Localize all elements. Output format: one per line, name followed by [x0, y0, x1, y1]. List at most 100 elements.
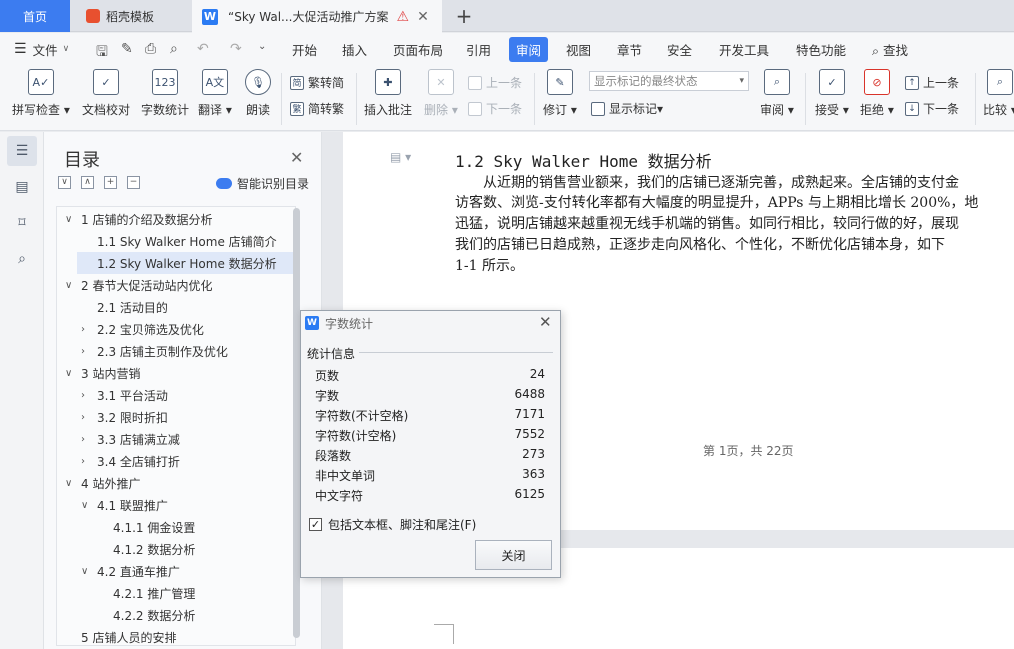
- chevron-down-icon[interactable]: ∨: [81, 500, 93, 511]
- menu-start[interactable]: 开始: [292, 40, 317, 59]
- accept-button[interactable]: ✓ 接受 ▾: [815, 69, 849, 118]
- prev-comment-button[interactable]: 上一条: [468, 74, 522, 91]
- print-icon[interactable]: ⎙: [145, 41, 156, 57]
- read-aloud-button[interactable]: 🎙 朗读: [245, 69, 271, 118]
- menu-reference[interactable]: 引用: [466, 40, 491, 59]
- menu-security[interactable]: 安全: [667, 40, 692, 59]
- hamburger-icon: ☰: [14, 41, 27, 57]
- simp-to-trad-button[interactable]: 繁简转繁: [290, 100, 344, 117]
- menu-review[interactable]: 审阅: [509, 36, 549, 62]
- toc-item[interactable]: › 3.4 全店铺打折: [57, 450, 293, 472]
- toc-item[interactable]: › 2.3 店铺主页制作及优化: [57, 340, 293, 362]
- menu-dev-tools[interactable]: 开发工具: [719, 40, 769, 59]
- toc-item[interactable]: › 3.3 店铺满立减: [57, 428, 293, 450]
- tab-document[interactable]: W “Sky Wal...大促活动推广方案 ⚠ ✕: [192, 0, 442, 33]
- remove-heading-icon[interactable]: −: [127, 176, 140, 189]
- tab-home-label: 首页: [22, 9, 47, 24]
- toc-item[interactable]: ∨ 4 站外推广: [57, 472, 293, 494]
- insert-comment-button[interactable]: ✚ 插入批注: [364, 69, 412, 118]
- simp-to-trad-icon: 繁: [290, 101, 304, 116]
- menu-insert[interactable]: 插入: [342, 40, 367, 59]
- file-menu[interactable]: ☰ 文件 ∨: [14, 40, 69, 59]
- new-tab-button[interactable]: +: [454, 0, 474, 32]
- paragraph-handle-icon[interactable]: ▤ ▾: [390, 150, 411, 164]
- menu-chapter[interactable]: 章节: [617, 40, 642, 59]
- toc-item[interactable]: › 2.2 宝贝筛选及优化: [57, 318, 293, 340]
- review-pane-button[interactable]: ⌕ 审阅 ▾: [760, 69, 794, 118]
- toc-item[interactable]: ∨ 3 站内营销: [57, 362, 293, 384]
- toc-item[interactable]: ∨ 4.1 联盟推广: [57, 494, 293, 516]
- compare-button[interactable]: ⌕ 比较 ▾: [983, 69, 1014, 118]
- close-button[interactable]: 关闭: [475, 540, 552, 570]
- show-markup-button[interactable]: 显示标记 ▾: [591, 100, 663, 117]
- next-change-button[interactable]: ↓ 下一条: [905, 100, 959, 117]
- toc-item[interactable]: 4.1.1 佣金设置: [57, 516, 293, 538]
- toc-item[interactable]: › 3.1 平台活动: [57, 384, 293, 406]
- chevron-down-icon[interactable]: ∨: [81, 566, 93, 577]
- dialog-close-icon[interactable]: ✕: [539, 313, 552, 331]
- close-tab-icon[interactable]: ✕: [417, 9, 429, 25]
- add-heading-icon[interactable]: +: [104, 176, 117, 189]
- chevron-right-icon[interactable]: ›: [81, 324, 93, 335]
- chevron-right-icon[interactable]: ›: [81, 390, 93, 401]
- tab-template[interactable]: 稻壳模板: [72, 0, 190, 32]
- track-changes-button[interactable]: ✎ 修订 ▾: [543, 69, 577, 118]
- redo-icon[interactable]: ↷: [230, 41, 242, 57]
- word-count-button[interactable]: 123 字数统计: [141, 69, 189, 118]
- chevron-right-icon[interactable]: ›: [81, 456, 93, 467]
- chevron-down-icon[interactable]: ∨: [65, 478, 77, 489]
- toc-item[interactable]: 4.1.2 数据分析: [57, 538, 293, 560]
- bookmark-icon[interactable]: ⌑: [7, 208, 37, 238]
- tab-home[interactable]: 首页: [0, 0, 70, 32]
- next-comment-button[interactable]: 下一条: [468, 100, 522, 117]
- customize-toolbar-icon[interactable]: ⌄: [258, 41, 266, 52]
- smart-toc-button[interactable]: 智能识别目录: [216, 175, 309, 192]
- menu-view[interactable]: 视图: [566, 40, 591, 59]
- toc-item[interactable]: 5 店铺人员的安排: [57, 626, 293, 645]
- expand-all-icon[interactable]: ∧: [81, 176, 94, 189]
- translate-button[interactable]: A文 翻译 ▾: [198, 69, 232, 118]
- toc-item[interactable]: ∨ 4.2 直通车推广: [57, 560, 293, 582]
- markup-state-select[interactable]: 显示标记的最终状态 ▾: [589, 71, 749, 91]
- close-icon[interactable]: ✕: [290, 148, 303, 167]
- dialog-titlebar[interactable]: W 字数统计: [301, 311, 560, 335]
- print-preview-icon[interactable]: ⌕: [170, 41, 178, 57]
- toc-panel-icon[interactable]: ☰: [7, 136, 37, 166]
- stat-row: 字符数(不计空格) 7171: [315, 407, 545, 427]
- trad-to-simp-button[interactable]: 简繁转简: [290, 74, 344, 91]
- spellcheck-label: 拼写检查: [12, 103, 61, 117]
- delete-comment-button[interactable]: ✕ 删除 ▾: [424, 69, 458, 118]
- menu-page-layout[interactable]: 页面布局: [393, 40, 443, 59]
- chapter-nav-icon[interactable]: ▤: [7, 172, 37, 202]
- menu-features[interactable]: 特色功能: [796, 40, 846, 59]
- reject-button[interactable]: ⊘ 拒绝 ▾: [860, 69, 894, 118]
- toc-item[interactable]: 1.1 Sky Walker Home 店铺简介: [57, 230, 293, 252]
- toc-item[interactable]: 4.2.1 推广管理: [57, 582, 293, 604]
- chevron-right-icon[interactable]: ›: [81, 346, 93, 357]
- proofread-button[interactable]: ✓ 文档校对: [82, 69, 130, 118]
- chevron-down-icon[interactable]: ∨: [65, 368, 77, 379]
- save-icon[interactable]: 🖫: [96, 41, 108, 65]
- toc-item[interactable]: ∨ 2 春节大促活动站内优化: [57, 274, 293, 296]
- toc-item[interactable]: 2.1 活动目的: [57, 296, 293, 318]
- toc-item[interactable]: 1.2 Sky Walker Home 数据分析: [77, 252, 293, 274]
- collapse-all-icon[interactable]: ∨: [58, 176, 71, 189]
- chevron-down-icon[interactable]: ∨: [65, 214, 77, 225]
- toc-scrollbar[interactable]: [293, 208, 300, 638]
- chevron-right-icon[interactable]: ›: [81, 412, 93, 423]
- toc-item-label: 3.4 全店铺打折: [97, 454, 180, 469]
- reject-label: 拒绝: [860, 103, 885, 117]
- toc-item[interactable]: ∨ 1 店铺的介绍及数据分析: [57, 208, 293, 230]
- spellcheck-button[interactable]: A✓ 拼写检查 ▾: [12, 69, 70, 118]
- include-textbox-checkbox[interactable]: ✓ 包括文本框、脚注和尾注(F): [309, 516, 476, 533]
- find-replace-icon[interactable]: ⌕: [7, 244, 37, 274]
- prev-change-button[interactable]: ↑ 上一条: [905, 74, 959, 91]
- writer-doc-icon: W: [202, 8, 218, 25]
- chevron-right-icon[interactable]: ›: [81, 434, 93, 445]
- toc-item[interactable]: › 3.2 限时折扣: [57, 406, 293, 428]
- search-button[interactable]: ⌕ 查找: [872, 40, 908, 59]
- chevron-down-icon[interactable]: ∨: [65, 280, 77, 291]
- format-painter-icon[interactable]: ✎: [121, 41, 133, 57]
- toc-item[interactable]: 4.2.2 数据分析: [57, 604, 293, 626]
- undo-icon[interactable]: ↶: [197, 41, 209, 57]
